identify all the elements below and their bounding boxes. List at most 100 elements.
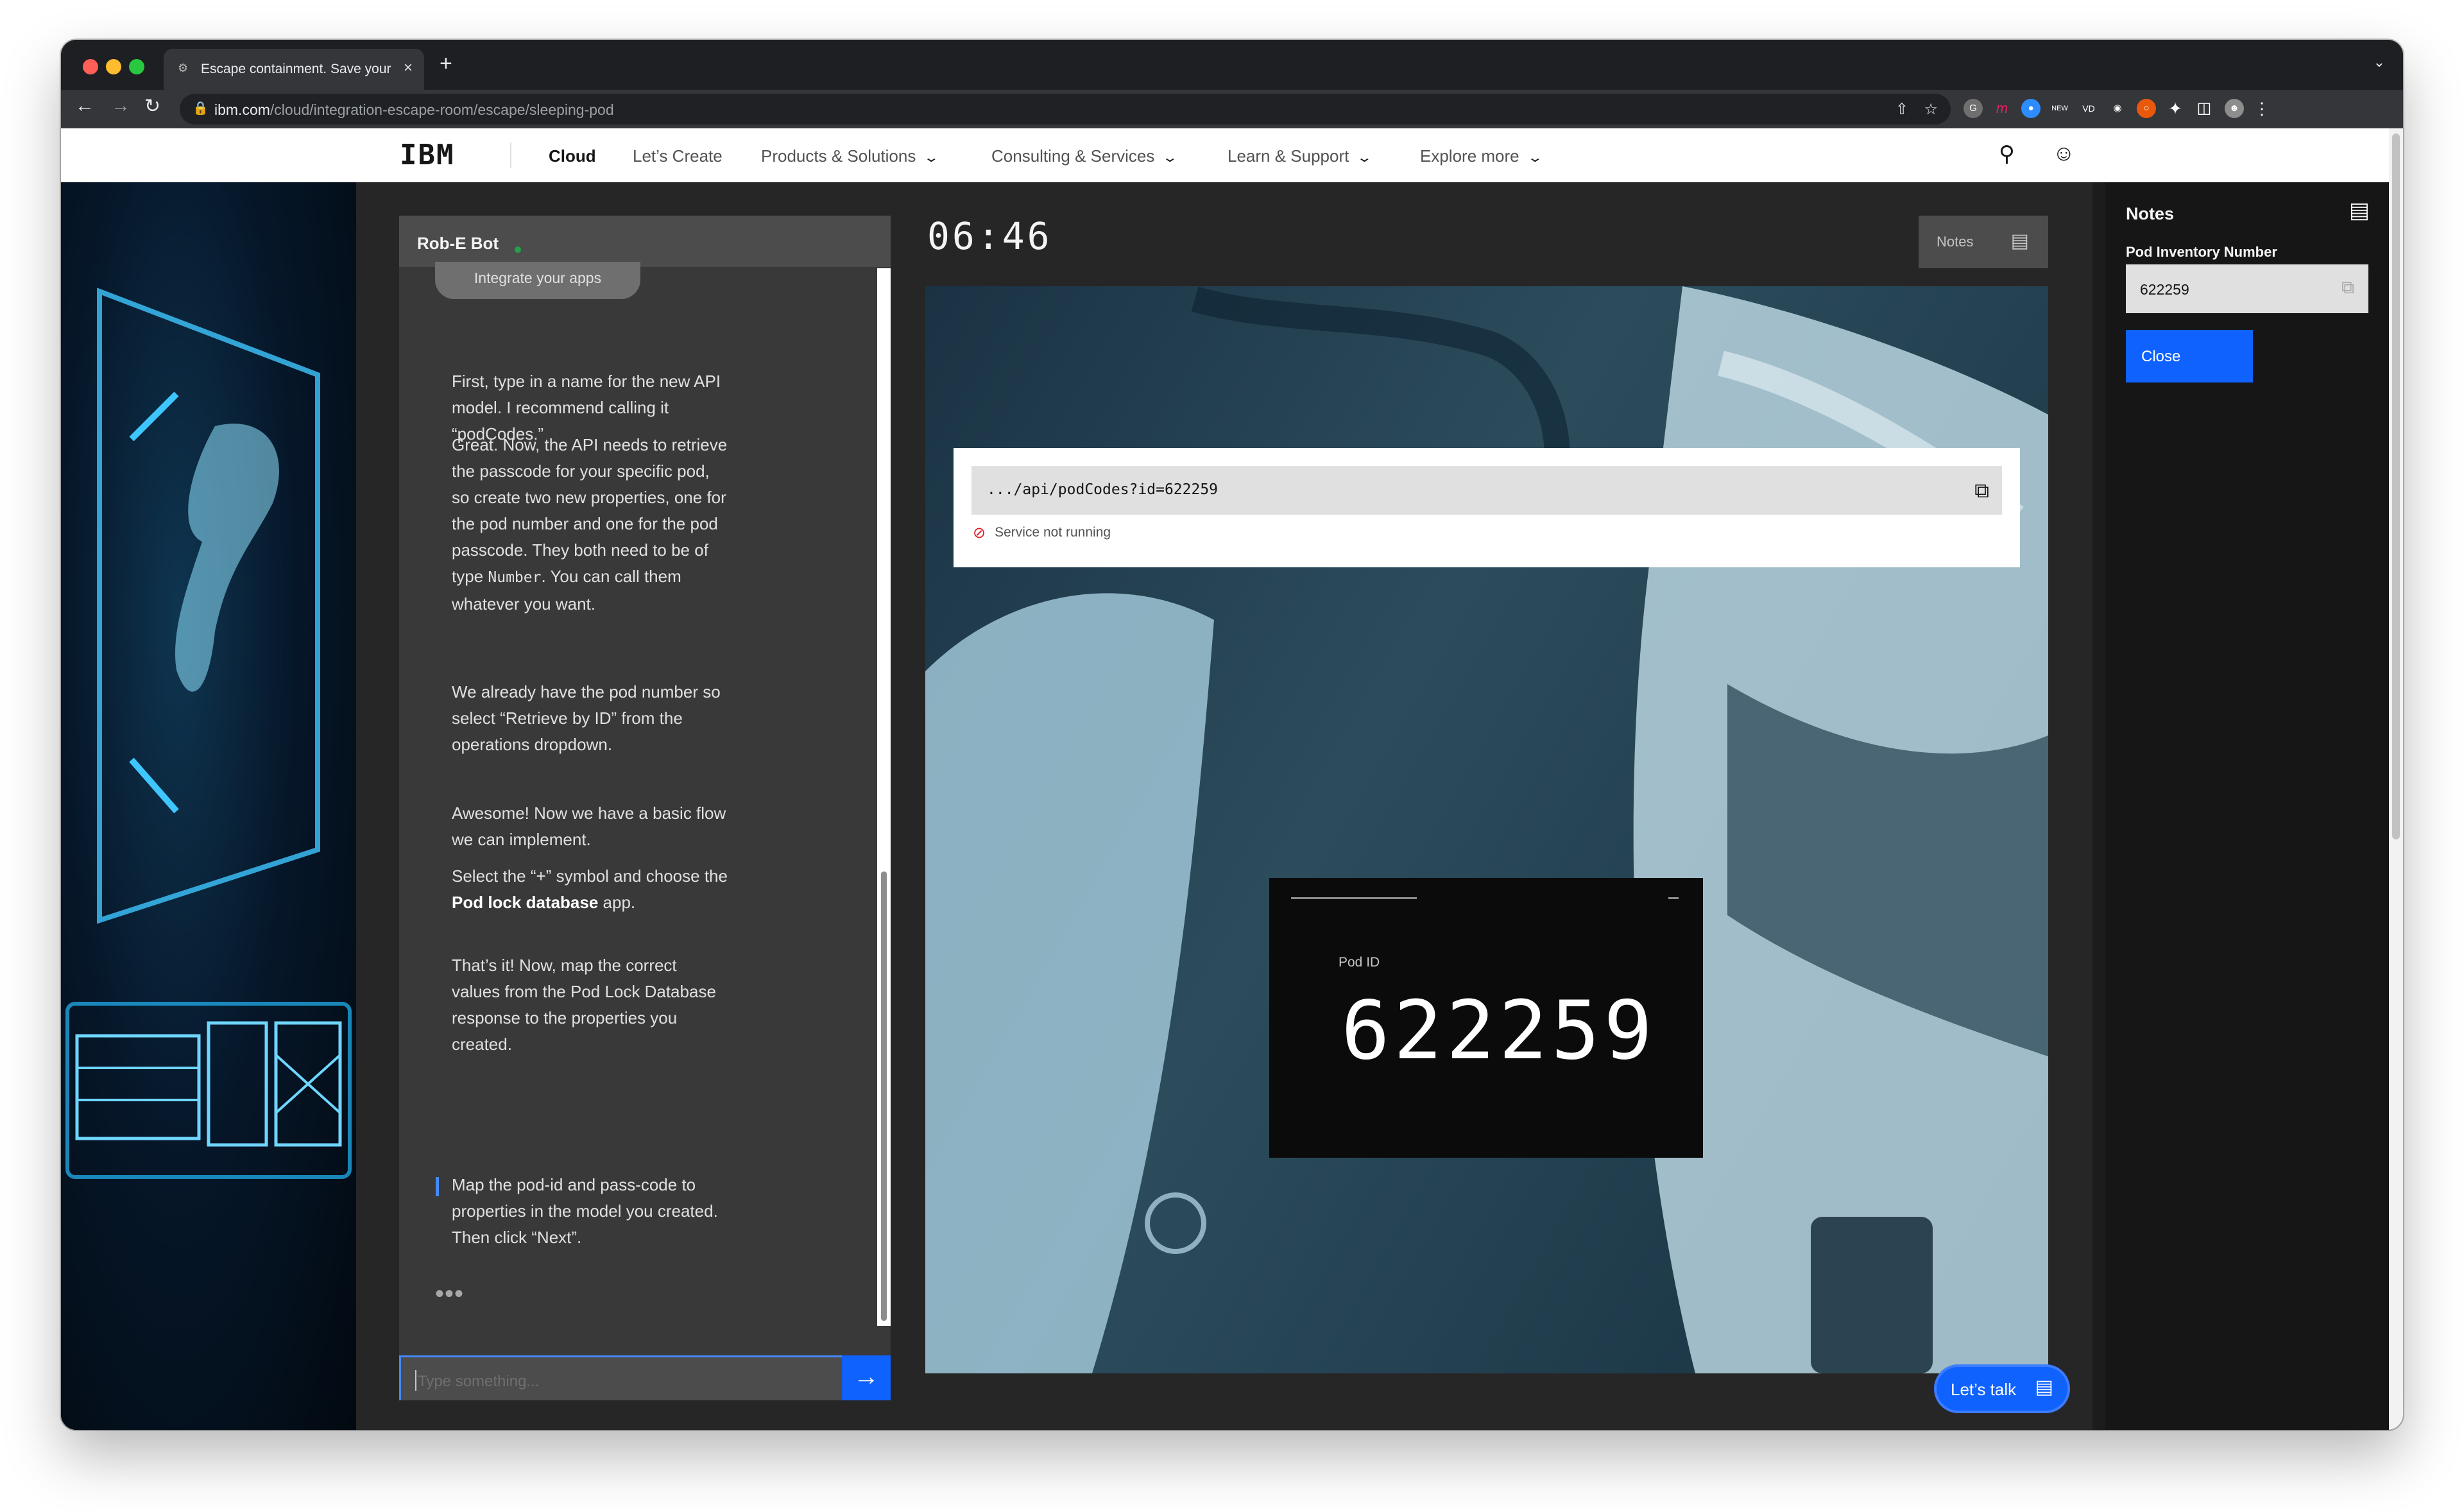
decorative-line — [1668, 897, 1679, 899]
chat-bubble-icon: ▤ — [2035, 1377, 2053, 1398]
masthead-divider — [510, 142, 511, 168]
extension-zoom-icon[interactable]: ● — [2021, 99, 2041, 118]
notepad-icon: ▤ — [2010, 230, 2029, 252]
ibm-masthead: IBM Cloud Let’s Create Products & Soluti… — [61, 128, 2389, 183]
maximize-window-button[interactable] — [129, 59, 144, 74]
back-icon[interactable]: ← — [75, 95, 94, 117]
nav-learn-support-label: Learn & Support — [1228, 146, 1349, 166]
address-bar[interactable]: 🔒 ibm.com/cloud/integration-escape-room/… — [180, 94, 1951, 125]
integrate-apps-chip[interactable]: Integrate your apps — [435, 262, 640, 299]
lock-icon: 🔒 — [193, 101, 209, 116]
chat-message: We already have the pod number so select… — [452, 682, 721, 754]
page-scrollbar-thumb[interactable] — [2392, 133, 2400, 839]
nav-cloud[interactable]: Cloud — [549, 146, 596, 166]
notes-panel: Notes ▤ Pod Inventory Number 622259 ⧉ Cl… — [2105, 182, 2389, 1430]
profile-avatar-icon[interactable]: ☻ — [2225, 99, 2244, 118]
api-url-text: .../api/podCodes?id=622259 — [987, 481, 1219, 498]
nav-explore-more[interactable]: Explore more ⌄ — [1420, 146, 1543, 166]
close-window-button[interactable] — [83, 59, 98, 74]
favicon-icon: ⚙ — [178, 62, 189, 74]
nav-products-solutions[interactable]: Products & Solutions ⌄ — [761, 146, 939, 166]
close-tab-icon[interactable]: × — [404, 59, 413, 77]
extension-eye-icon[interactable]: ◉ — [2108, 99, 2127, 118]
bookmark-star-icon[interactable]: ☆ — [1924, 100, 1938, 119]
sleeping-pod-scene: .../api/podCodes?id=622259 ⧉ ⊘ Service no… — [925, 286, 2048, 1373]
chat-message-code: Number — [488, 569, 542, 586]
chatbot-panel: Rob-E Bot Integrate your apps First, typ… — [399, 216, 891, 1400]
chat-message: Awesome! Now we have a basic flow we can… — [452, 803, 726, 849]
chat-scrollbar[interactable] — [877, 268, 891, 1326]
pod-inventory-field[interactable]: 622259 ⧉ — [2126, 264, 2368, 313]
search-icon[interactable]: ⚲ — [1999, 141, 2015, 167]
pod-id-label: Pod ID — [1339, 955, 1380, 970]
decorative-line — [1291, 897, 1417, 899]
chevron-down-icon: ⌄ — [1162, 151, 1179, 165]
browser-tab[interactable]: ⚙ Escape containment. Save your pod × — [164, 49, 424, 90]
extensions-puzzle-icon[interactable]: ✦ — [2166, 99, 2185, 118]
pod-inventory-value: 622259 — [2140, 281, 2189, 298]
notes-button-label: Notes — [1937, 234, 1974, 250]
countdown-timer: 06:46 — [927, 214, 1052, 258]
chat-message-text: app. — [603, 893, 636, 912]
api-endpoint-card: .../api/podCodes?id=622259 ⧉ ⊘ Service no… — [954, 448, 2020, 567]
tab-search-chevron-icon[interactable]: ⌄ — [2374, 54, 2385, 71]
chat-input[interactable]: Type something... — [399, 1355, 842, 1400]
new-tab-icon[interactable]: + — [440, 51, 452, 76]
notes-panel-title: Notes — [2126, 204, 2175, 223]
arrow-right-icon: → — [853, 1362, 879, 1391]
chevron-down-icon: ⌄ — [1356, 151, 1373, 165]
page-scrollbar[interactable] — [2389, 128, 2403, 1430]
extension-google-icon[interactable]: G — [1964, 99, 1983, 118]
nav-lets-create[interactable]: Let’s Create — [633, 146, 723, 166]
browser-window: ⚙ Escape containment. Save your pod × + … — [61, 40, 2403, 1430]
reload-icon[interactable]: ↻ — [144, 95, 160, 117]
forward-icon[interactable]: → — [111, 95, 130, 117]
tab-strip: ⚙ Escape containment. Save your pod × + … — [61, 40, 2403, 90]
extension-new-icon[interactable]: NEW — [2050, 99, 2069, 118]
browser-toolbar: ← → ↻ 🔒 ibm.com/cloud/integration-escape… — [61, 90, 2403, 128]
panel-gutter — [2092, 182, 2105, 1430]
url-path: /cloud/integration-escape-room/escape/sl… — [270, 101, 614, 118]
service-status-text: Service not running — [995, 525, 1111, 540]
bot-name: Rob-E Bot — [417, 234, 499, 253]
escape-room-content: Rob-E Bot Integrate your apps First, typ… — [61, 182, 2389, 1430]
chat-message-text: . You can call them whatever you want. — [452, 567, 681, 614]
tab-title: Escape containment. Save your pod — [201, 62, 393, 76]
browser-menu-icon[interactable]: ⋮ — [2252, 99, 2272, 118]
chat-input-placeholder: Type something... — [418, 1373, 540, 1390]
api-url-field[interactable]: .../api/podCodes?id=622259 ⧉ — [971, 466, 2002, 515]
minimize-window-button[interactable] — [106, 59, 121, 74]
chat-scrollbar-thumb[interactable] — [881, 872, 887, 1321]
pod-inventory-label: Pod Inventory Number — [2126, 244, 2277, 260]
extension-vd-icon[interactable]: VD — [2079, 99, 2098, 118]
copy-icon[interactable]: ⧉ — [2341, 277, 2354, 298]
typing-indicator: ••• — [435, 1280, 465, 1308]
chevron-down-icon: ⌄ — [1527, 151, 1543, 165]
nav-consulting-services-label: Consulting & Services — [991, 146, 1155, 166]
pod-id-value: 622259 — [1341, 983, 1657, 1078]
user-icon[interactable]: ☺ — [2053, 141, 2075, 166]
copy-icon[interactable]: ⧉ — [1974, 479, 1989, 503]
extension-orange-icon[interactable]: ○ — [2137, 99, 2156, 118]
lets-talk-button[interactable]: Let’s talk ▤ — [1934, 1364, 2070, 1413]
notepad-icon: ▤ — [2348, 198, 2370, 223]
share-icon[interactable]: ⇧ — [1895, 100, 1908, 119]
nav-learn-support[interactable]: Learn & Support ⌄ — [1228, 146, 1373, 166]
chat-message-text: Great. Now, the API needs to retrieve th… — [452, 435, 728, 586]
text-caret — [415, 1370, 416, 1391]
notes-button[interactable]: Notes ▤ — [1919, 216, 2048, 268]
side-panel-icon[interactable]: ◫ — [2194, 99, 2214, 118]
send-button[interactable]: → — [842, 1355, 891, 1400]
error-circle-icon: ⊘ — [973, 524, 986, 542]
ibm-logo[interactable]: IBM — [400, 139, 454, 171]
service-status: ⊘ Service not running — [973, 524, 1111, 542]
extension-m-icon[interactable]: m — [1992, 99, 2012, 118]
lets-talk-label: Let’s talk — [1951, 1380, 2017, 1399]
chat-message-bold: Pod lock database — [452, 893, 599, 912]
pod-id-display: Pod ID 622259 — [1269, 878, 1703, 1158]
chat-message: Select the “+” symbol and choose the Pod… — [452, 863, 728, 916]
chat-message: Great. Now, the API needs to retrieve th… — [452, 432, 728, 617]
nav-consulting-services[interactable]: Consulting & Services ⌄ — [991, 146, 1179, 166]
chat-message-current: Map the pod-id and pass-code to properti… — [452, 1175, 718, 1247]
close-button[interactable]: Close — [2126, 330, 2253, 382]
